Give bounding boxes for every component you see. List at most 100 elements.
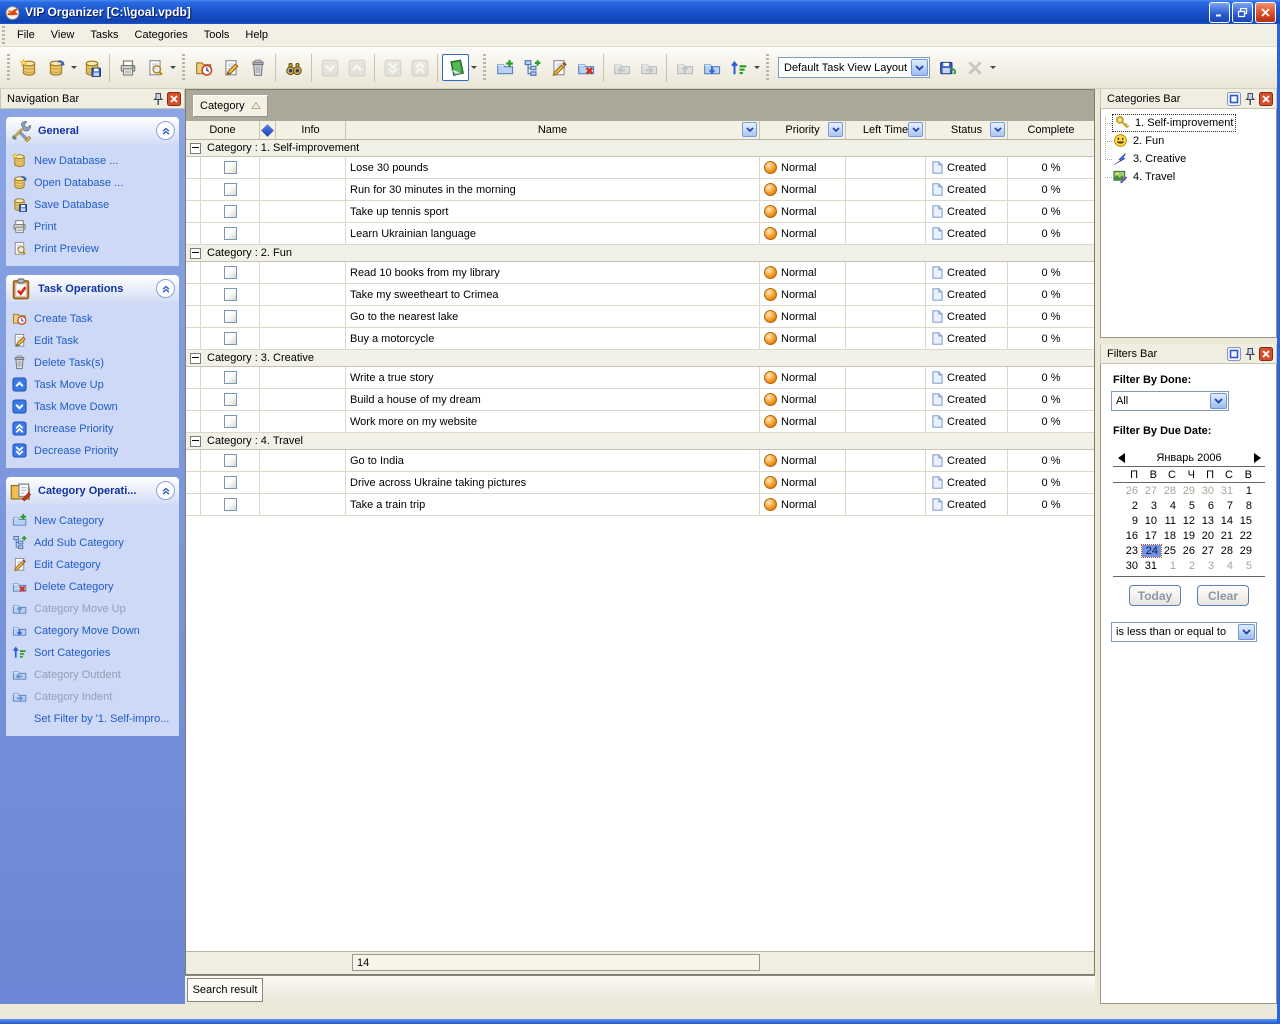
new-category-button[interactable]	[491, 54, 518, 81]
delete-category-button[interactable]	[572, 54, 599, 81]
add-sub-category-button[interactable]	[518, 54, 545, 81]
done-checkbox[interactable]	[224, 205, 237, 218]
calendar-date[interactable]: 5	[1237, 560, 1256, 572]
calendar-date[interactable]: 16	[1123, 530, 1142, 542]
done-checkbox[interactable]	[224, 288, 237, 301]
calendar-date[interactable]: 30	[1199, 485, 1218, 497]
menu-categories[interactable]: Categories	[127, 26, 196, 44]
task-row[interactable]: Work more on my websiteNormalCreated0 %	[186, 411, 1094, 433]
combo-dropdown-icon[interactable]	[1210, 393, 1227, 409]
column-header-done[interactable]: Done	[186, 121, 260, 139]
column-header-info[interactable]: Info	[276, 121, 346, 139]
task-row[interactable]: Take my sweetheart to CrimeaNormalCreate…	[186, 284, 1094, 306]
create-task-button[interactable]	[190, 54, 217, 81]
task-row[interactable]: Lose 30 poundsNormalCreated0 %	[186, 157, 1094, 179]
nav-item-decrease-priority[interactable]: Decrease Priority	[12, 440, 177, 462]
calendar-selected-date[interactable]: 24	[1142, 545, 1161, 557]
nav-item-edit-task[interactable]: Edit Task	[12, 330, 177, 352]
calendar-date[interactable]: 31	[1218, 485, 1237, 497]
calendar-date[interactable]: 22	[1237, 530, 1256, 542]
done-checkbox[interactable]	[224, 498, 237, 511]
nav-item-print[interactable]: Print	[12, 216, 177, 238]
calendar-date[interactable]: 6	[1199, 500, 1218, 512]
column-header-info-icon[interactable]	[260, 121, 276, 139]
task-row[interactable]: Learn Ukrainian languageNormalCreated0 %	[186, 223, 1094, 245]
calendar-date[interactable]: 14	[1218, 515, 1237, 527]
calendar-date[interactable]: 23	[1123, 545, 1142, 557]
nav-section-header[interactable]: Category Operati...	[6, 477, 179, 504]
calendar-date[interactable]: 26	[1123, 485, 1142, 497]
priority-filter-button[interactable]	[828, 122, 843, 137]
nav-item-new-category[interactable]: New Category	[12, 510, 177, 532]
calendar-date[interactable]: 27	[1142, 485, 1161, 497]
task-row[interactable]: Take a train tripNormalCreated0 %	[186, 494, 1094, 516]
nav-item-category-move-down[interactable]: Category Move Down	[12, 620, 177, 642]
calendar-next-icon[interactable]	[1251, 452, 1263, 464]
menu-help[interactable]: Help	[237, 26, 276, 44]
collapse-group-icon[interactable]	[190, 143, 201, 154]
menu-file[interactable]: File	[9, 26, 43, 44]
dropdown-caret-icon[interactable]	[752, 54, 761, 81]
menu-view[interactable]: View	[43, 26, 83, 44]
calendar-date[interactable]: 3	[1199, 560, 1218, 572]
category-group-row[interactable]: Category : 4. Travel	[186, 433, 1094, 450]
nav-item-delete-category[interactable]: Delete Category	[12, 576, 177, 598]
calendar-date[interactable]: 29	[1237, 545, 1256, 557]
nav-item-task-move-down[interactable]: Task Move Down	[12, 396, 177, 418]
column-header-left-time[interactable]: Left Time	[846, 121, 926, 139]
nav-item-delete-task-s[interactable]: Delete Task(s)	[12, 352, 177, 374]
save-database-button[interactable]	[78, 54, 105, 81]
dropdown-caret-icon[interactable]	[469, 54, 478, 81]
collapse-group-icon[interactable]	[190, 436, 201, 447]
calendar-date[interactable]: 10	[1142, 515, 1161, 527]
print-preview-button[interactable]	[141, 54, 168, 81]
column-header-complete[interactable]: Complete	[1008, 121, 1094, 139]
restore-button[interactable]	[1232, 2, 1253, 23]
task-row[interactable]: Go to the nearest lakeNormalCreated0 %	[186, 306, 1094, 328]
calendar-date[interactable]: 4	[1218, 560, 1237, 572]
open-database-button[interactable]	[42, 54, 69, 81]
calendar-prev-icon[interactable]	[1115, 452, 1127, 464]
search-result-tab[interactable]: Search result	[187, 978, 263, 1002]
dropdown-caret-icon[interactable]	[69, 54, 78, 81]
done-checkbox[interactable]	[224, 161, 237, 174]
nav-item-new-database[interactable]: New Database ...	[12, 150, 177, 172]
calendar-date[interactable]: 30	[1123, 560, 1142, 572]
menu-grip[interactable]	[2, 26, 5, 44]
calendar-date[interactable]: 7	[1218, 500, 1237, 512]
task-row[interactable]: Run for 30 minutes in the morningNormalC…	[186, 179, 1094, 201]
task-row[interactable]: Buy a motorcycleNormalCreated0 %	[186, 328, 1094, 350]
close-panel-icon[interactable]	[1259, 347, 1273, 361]
nav-section-header[interactable]: General	[6, 117, 179, 144]
calendar-date[interactable]: 28	[1218, 545, 1237, 557]
category-group-row[interactable]: Category : 2. Fun	[186, 245, 1094, 262]
calendar-date[interactable]: 15	[1237, 515, 1256, 527]
dropdown-caret-icon[interactable]	[168, 54, 177, 81]
calendar-date[interactable]: 28	[1161, 485, 1180, 497]
calendar-date[interactable]: 3	[1142, 500, 1161, 512]
column-header-status[interactable]: Status	[926, 121, 1008, 139]
calendar-date[interactable]: 26	[1180, 545, 1199, 557]
name-filter-button[interactable]	[742, 122, 757, 137]
calendar-date[interactable]: 13	[1199, 515, 1218, 527]
nav-item-print-preview[interactable]: Print Preview	[12, 238, 177, 260]
category-tree-item[interactable]: 1. Self-improvement	[1105, 114, 1274, 132]
combo-dropdown-icon[interactable]	[911, 59, 928, 76]
menu-tools[interactable]: Tools	[196, 26, 238, 44]
calendar-date[interactable]: 21	[1218, 530, 1237, 542]
left-time-filter-button[interactable]	[908, 122, 923, 137]
pin-icon[interactable]	[1243, 92, 1257, 106]
column-header-priority[interactable]: Priority	[760, 121, 846, 139]
done-checkbox[interactable]	[224, 476, 237, 489]
nav-item-task-move-up[interactable]: Task Move Up	[12, 374, 177, 396]
nav-item-set-filter-by-1-self-impro[interactable]: Set Filter by '1. Self-impro...	[12, 708, 177, 730]
category-tree-item[interactable]: 2. Fun	[1105, 132, 1274, 150]
calendar-date[interactable]: 17	[1142, 530, 1161, 542]
collapse-chevron-icon[interactable]	[156, 121, 175, 140]
category-group-row[interactable]: Category : 1. Self-improvement	[186, 140, 1094, 157]
edit-task-button[interactable]	[217, 54, 244, 81]
calendar-date[interactable]: 11	[1161, 515, 1180, 527]
toolbar-overflow-icon[interactable]	[988, 54, 997, 81]
new-database-button[interactable]	[15, 54, 42, 81]
column-header-name[interactable]: Name	[346, 121, 760, 139]
